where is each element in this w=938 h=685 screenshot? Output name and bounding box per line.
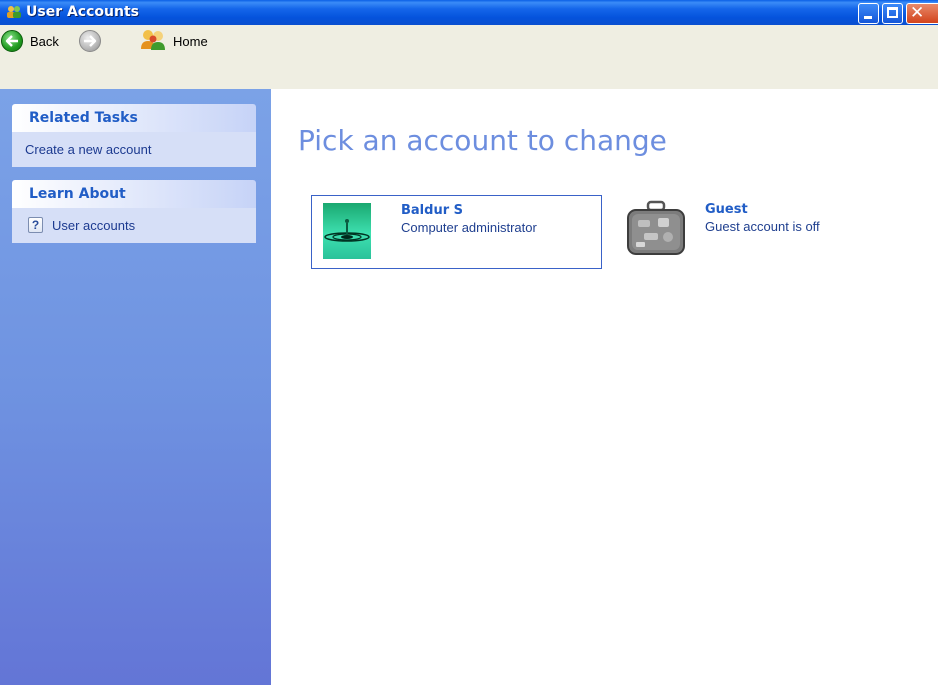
- account-tile-baldur[interactable]: Baldur S Computer administrator: [311, 195, 602, 269]
- minimize-button[interactable]: [858, 3, 879, 24]
- home-button[interactable]: Home: [140, 29, 208, 53]
- title-bar[interactable]: User Accounts ✕: [0, 0, 938, 25]
- account-type: Computer administrator: [401, 220, 537, 235]
- learn-about-panel: Learn About ? User accounts: [12, 180, 256, 243]
- back-button[interactable]: Back: [1, 29, 59, 53]
- forward-arrow-icon: [79, 30, 101, 52]
- learn-about-heading: Learn About: [12, 180, 256, 208]
- account-name: Baldur S: [401, 203, 463, 218]
- help-icon: ?: [28, 217, 43, 233]
- create-new-account-link[interactable]: Create a new account: [12, 139, 256, 159]
- user-accounts-icon: [6, 5, 22, 19]
- back-arrow-icon: [1, 30, 23, 52]
- user-accounts-link-label: User accounts: [52, 217, 136, 233]
- forward-button[interactable]: [79, 29, 101, 53]
- window-title: User Accounts: [26, 4, 139, 20]
- suitcase-avatar-icon: [624, 200, 685, 255]
- toolbar: Back Home: [0, 25, 938, 89]
- related-tasks-panel: Related Tasks Create a new account: [12, 104, 256, 167]
- home-label: Home: [173, 33, 208, 49]
- close-button[interactable]: ✕: [906, 3, 938, 24]
- back-label: Back: [30, 33, 59, 49]
- related-tasks-heading: Related Tasks: [12, 104, 256, 132]
- account-type: Guest account is off: [705, 219, 820, 234]
- account-name: Guest: [705, 202, 748, 217]
- task-pane: Related Tasks Create a new account Learn…: [0, 89, 271, 685]
- users-home-icon: [140, 29, 166, 54]
- water-drop-avatar-icon: [323, 203, 371, 259]
- page-title: Pick an account to change: [298, 124, 667, 157]
- create-new-account-label: Create a new account: [25, 141, 152, 157]
- user-accounts-window: User Accounts ✕ Back Home Related Tasks …: [0, 0, 938, 685]
- user-accounts-link[interactable]: ? User accounts: [12, 215, 256, 235]
- main-content: Pick an account to change Baldur S Compu…: [271, 89, 938, 685]
- account-tile-guest[interactable]: Guest Guest account is off: [624, 195, 884, 269]
- close-icon: ✕: [910, 3, 925, 23]
- minimize-icon: [864, 16, 872, 19]
- maximize-icon: [887, 7, 898, 18]
- maximize-button[interactable]: [882, 3, 903, 24]
